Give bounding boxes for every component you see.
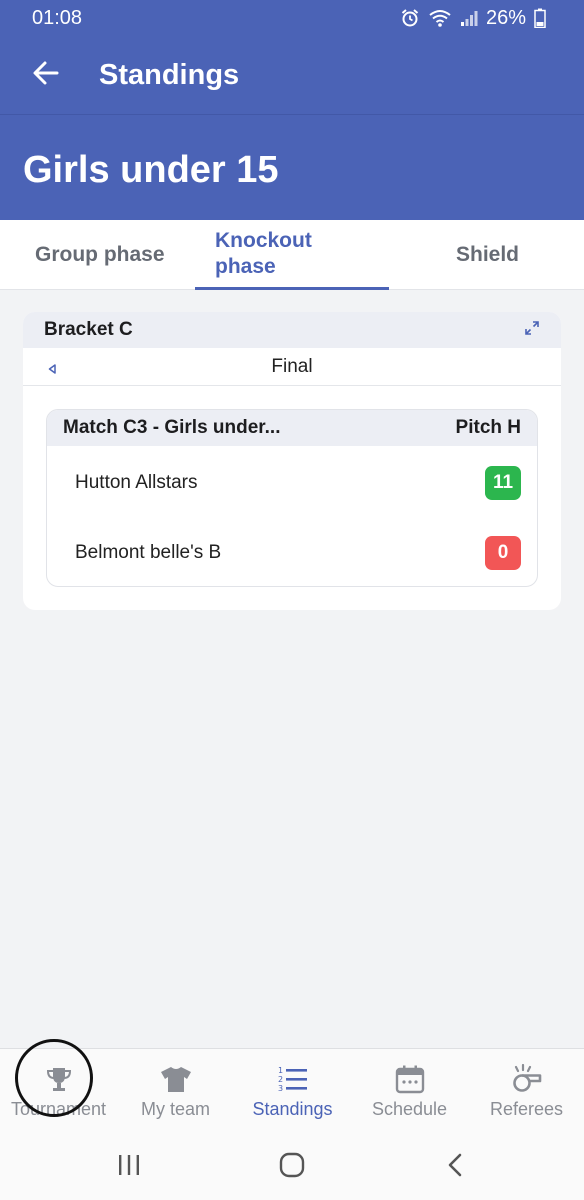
nav-item-standings[interactable]: 123 Standings [234, 1049, 351, 1135]
touch-indicator [15, 1039, 93, 1117]
bracket-card: Bracket C Final Match C3 - Girls under..… [23, 312, 561, 610]
signal-icon [460, 9, 478, 27]
page-title: Standings [99, 58, 240, 91]
arrow-left-icon [32, 59, 60, 92]
svg-text:2: 2 [278, 1075, 283, 1084]
whistle-icon [511, 1063, 543, 1095]
system-back-button[interactable] [444, 1152, 466, 1182]
team-row: Hutton Allstars 11 [47, 458, 537, 508]
chevron-left-icon [446, 1153, 464, 1182]
round-label: Final [271, 355, 313, 377]
team-name: Belmont belle's B [75, 542, 222, 563]
nav-label: Referees [489, 1099, 564, 1119]
svg-text:1: 1 [278, 1066, 283, 1075]
svg-text:3: 3 [278, 1084, 283, 1093]
recent-apps-button[interactable] [116, 1152, 142, 1182]
tab-knockout-phase[interactable]: Knockout phase [195, 220, 389, 290]
tab-knockout-label: Knockout phase [215, 228, 312, 278]
match-card[interactable]: Match C3 - Girls under... Pitch H Hutton… [46, 409, 538, 587]
nav-label: Standings [252, 1099, 333, 1119]
match-pitch: Pitch H [455, 417, 521, 438]
battery-level: 26% [485, 6, 526, 29]
score-badge-win: 11 [485, 466, 521, 500]
nav-item-referees[interactable]: Referees [468, 1049, 584, 1135]
status-bar: 01:08 26% [0, 0, 584, 36]
back-button[interactable] [0, 36, 96, 114]
team-row: Belmont belle's B 0 [47, 528, 537, 578]
status-time: 01:08 [32, 6, 83, 29]
shirt-icon [159, 1063, 193, 1095]
home-icon [279, 1152, 305, 1183]
calendar-icon [395, 1063, 425, 1095]
nav-item-schedule[interactable]: Schedule [351, 1049, 468, 1135]
phase-tabs: Group phase Knockout phase Shield [0, 220, 584, 290]
tab-shield[interactable]: Shield [456, 220, 519, 290]
team-name: Hutton Allstars [75, 472, 198, 493]
score-badge-loss: 0 [485, 536, 521, 570]
home-button[interactable] [278, 1152, 306, 1182]
match-title: Match C3 - Girls under... [63, 417, 281, 438]
nav-label: My team [140, 1099, 210, 1119]
round-selector: Final [23, 348, 561, 386]
expand-icon[interactable] [525, 320, 539, 340]
bracket-header: Bracket C [23, 312, 561, 348]
ranked-list-icon: 123 [277, 1063, 309, 1095]
app-bar: Standings [0, 36, 584, 114]
alarm-icon [400, 8, 420, 28]
wifi-icon [428, 8, 452, 28]
bracket-title: Bracket C [44, 319, 133, 340]
tab-group-phase[interactable]: Group phase [35, 220, 165, 290]
nav-item-my-team[interactable]: My team [117, 1049, 234, 1135]
category-header: Girls under 15 [0, 114, 584, 220]
previous-round-icon[interactable] [48, 361, 56, 379]
status-icons: 26% [400, 7, 546, 30]
system-navigation-bar [0, 1134, 584, 1200]
recent-apps-icon [117, 1154, 141, 1181]
battery-icon [534, 8, 546, 28]
match-header: Match C3 - Girls under... Pitch H [47, 410, 537, 446]
nav-label: Schedule [371, 1099, 448, 1119]
category-title: Girls under 15 [23, 149, 279, 191]
